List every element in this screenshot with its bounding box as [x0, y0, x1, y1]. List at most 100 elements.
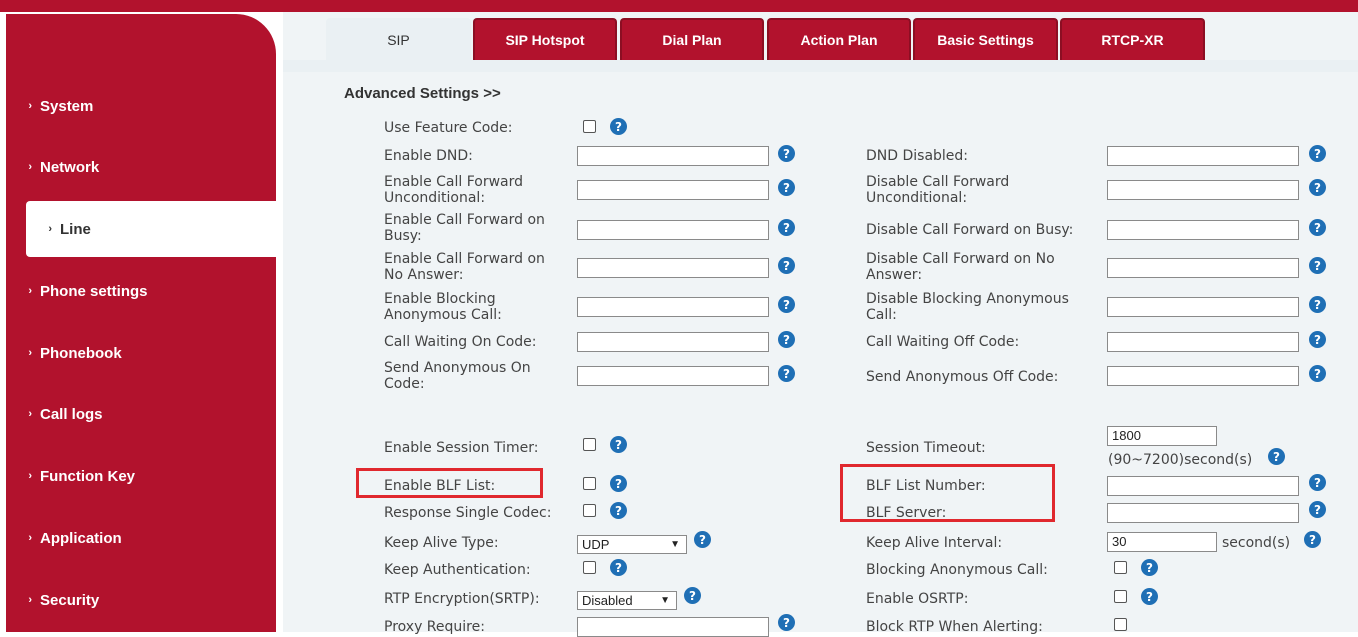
sidebar-item-function-key[interactable]: › Function Key [6, 448, 276, 504]
keep-alive-interval-input[interactable]: 30 [1107, 532, 1217, 552]
tab-action-plan[interactable]: Action Plan [767, 18, 911, 60]
disable-cfb-label: Disable Call Forward on Busy: [866, 222, 1074, 238]
tab-sip-hotspot[interactable]: SIP Hotspot [473, 18, 617, 60]
sidebar-item-security[interactable]: › Security [6, 572, 276, 628]
help-icon[interactable]: ? [778, 296, 795, 313]
help-icon[interactable]: ? [1309, 331, 1326, 348]
chevron-right-icon: › [48, 223, 52, 235]
rtp-encryption-select[interactable]: Disabled ▼ [577, 591, 677, 610]
session-timeout-label: Session Timeout: [866, 440, 986, 456]
cw-on-input[interactable] [577, 332, 769, 352]
enable-cfna-label: Enable Call Forward on No Answer: [384, 251, 545, 283]
cw-off-input[interactable] [1107, 332, 1299, 352]
help-icon[interactable]: ? [610, 475, 627, 492]
help-icon[interactable]: ? [610, 436, 627, 453]
help-icon[interactable]: ? [1309, 501, 1326, 518]
tab-sip[interactable]: SIP [326, 18, 471, 60]
help-icon[interactable]: ? [694, 531, 711, 548]
enable-blf-list-checkbox[interactable] [583, 477, 596, 490]
sidebar-item-system[interactable]: › System [6, 78, 276, 134]
cw-on-label: Call Waiting On Code: [384, 334, 537, 350]
blocking-anonymous-call-label: Blocking Anonymous Call: [866, 562, 1048, 578]
advanced-settings-toggle[interactable]: Advanced Settings >> [344, 85, 501, 102]
help-icon[interactable]: ? [778, 179, 795, 196]
dnd-disabled-input[interactable] [1107, 146, 1299, 166]
tab-rtcp-xr[interactable]: RTCP-XR [1060, 18, 1205, 60]
help-icon[interactable]: ? [1268, 448, 1285, 465]
response-single-codec-label: Response Single Codec: [384, 505, 552, 521]
keep-authentication-checkbox[interactable] [583, 561, 596, 574]
sidebar-item-call-logs[interactable]: › Call logs [6, 386, 276, 442]
sidebar-item-phonebook[interactable]: › Phonebook [6, 325, 276, 381]
tab-underline [283, 60, 1358, 72]
keep-alive-interval-label: Keep Alive Interval: [866, 535, 1003, 551]
sidebar-item-network[interactable]: › Network [6, 139, 276, 195]
help-icon[interactable]: ? [1309, 179, 1326, 196]
help-icon[interactable]: ? [778, 365, 795, 382]
help-icon[interactable]: ? [1304, 531, 1321, 548]
help-icon[interactable]: ? [778, 257, 795, 274]
keep-alive-type-select[interactable]: UDP ▼ [577, 535, 687, 554]
disable-cfna-label: Disable Call Forward on No Answer: [866, 251, 1055, 283]
help-icon[interactable]: ? [778, 331, 795, 348]
help-icon[interactable]: ? [1141, 588, 1158, 605]
highlight-box-blf-settings [840, 464, 1055, 522]
dnd-disabled-label: DND Disabled: [866, 148, 969, 164]
send-anon-off-label: Send Anonymous Off Code: [866, 369, 1059, 385]
tab-dial-plan[interactable]: Dial Plan [620, 18, 764, 60]
chevron-right-icon: › [28, 470, 32, 482]
enable-dnd-input[interactable] [577, 146, 769, 166]
block-rtp-alerting-checkbox[interactable] [1114, 618, 1127, 631]
highlight-box-blf-enable [356, 468, 543, 498]
proxy-require-input[interactable] [577, 617, 769, 637]
help-icon[interactable]: ? [1141, 559, 1158, 576]
help-icon[interactable]: ? [684, 587, 701, 604]
help-icon[interactable]: ? [1309, 296, 1326, 313]
help-icon[interactable]: ? [1309, 257, 1326, 274]
enable-cfb-input[interactable] [577, 220, 769, 240]
keep-alive-unit: second(s) [1222, 535, 1291, 551]
enable-cfna-input[interactable] [577, 258, 769, 278]
send-anon-on-label: Send Anonymous On Code: [384, 360, 531, 392]
disable-cfu-input[interactable] [1107, 180, 1299, 200]
top-red-bar [0, 0, 1358, 12]
disable-cfna-input[interactable] [1107, 258, 1299, 278]
enable-cfu-input[interactable] [577, 180, 769, 200]
help-icon[interactable]: ? [610, 118, 627, 135]
blf-list-number-input[interactable] [1107, 476, 1299, 496]
chevron-down-icon: ▼ [670, 539, 680, 550]
enable-osrtp-checkbox[interactable] [1114, 590, 1127, 603]
session-timeout-input[interactable]: 1800 [1107, 426, 1217, 446]
help-icon[interactable]: ? [1309, 145, 1326, 162]
send-anon-off-input[interactable] [1107, 366, 1299, 386]
help-icon[interactable]: ? [610, 559, 627, 576]
sidebar-item-phone-settings[interactable]: › Phone settings [6, 263, 276, 319]
help-icon[interactable]: ? [1309, 365, 1326, 382]
blocking-anonymous-call-checkbox[interactable] [1114, 561, 1127, 574]
rtp-encryption-label: RTP Encryption(SRTP): [384, 591, 540, 607]
send-anon-on-input[interactable] [577, 366, 769, 386]
session-timeout-range: (90~7200)second(s) [1108, 452, 1253, 468]
blf-server-input[interactable] [1107, 503, 1299, 523]
keep-authentication-label: Keep Authentication: [384, 562, 531, 578]
help-icon[interactable]: ? [1309, 219, 1326, 236]
sidebar-item-line[interactable]: › Line [26, 201, 282, 257]
sidebar-item-application[interactable]: › Application [6, 510, 276, 566]
disable-cfb-input[interactable] [1107, 220, 1299, 240]
tab-basic-settings[interactable]: Basic Settings [913, 18, 1058, 60]
help-icon[interactable]: ? [778, 219, 795, 236]
chevron-right-icon: › [28, 285, 32, 297]
help-icon[interactable]: ? [1309, 474, 1326, 491]
cw-off-label: Call Waiting Off Code: [866, 334, 1020, 350]
response-single-codec-checkbox[interactable] [583, 504, 596, 517]
enable-block-anon-input[interactable] [577, 297, 769, 317]
disable-cfu-label: Disable Call Forward Unconditional: [866, 174, 1010, 206]
enable-session-timer-checkbox[interactable] [583, 438, 596, 451]
help-icon[interactable]: ? [778, 145, 795, 162]
enable-block-anon-label: Enable Blocking Anonymous Call: [384, 291, 502, 323]
disable-block-anon-input[interactable] [1107, 297, 1299, 317]
help-icon[interactable]: ? [778, 614, 795, 631]
help-icon[interactable]: ? [610, 502, 627, 519]
block-rtp-alerting-label: Block RTP When Alerting: [866, 619, 1043, 635]
use-feature-code-checkbox[interactable] [583, 120, 596, 133]
